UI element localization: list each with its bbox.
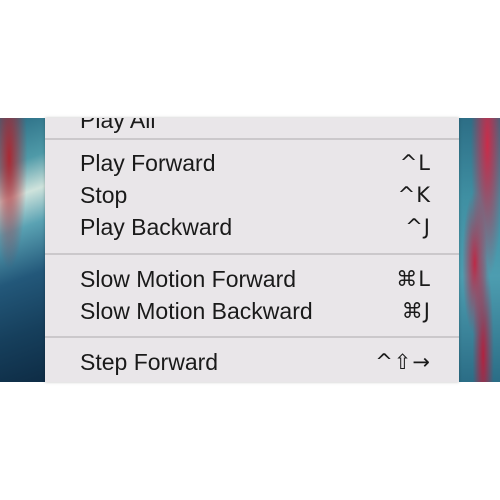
menu-item-play-all[interactable]: Play All <box>45 118 459 136</box>
menu-item-play-backward[interactable]: Play Backward ^J <box>45 211 459 243</box>
menu-separator <box>45 138 459 140</box>
menu-item-label: Step Forward <box>80 348 219 375</box>
wallpaper-right-strip <box>458 118 500 382</box>
menu-item-label: Stop <box>80 181 128 208</box>
menu-item-label: Play Forward <box>80 149 216 176</box>
menu-item-shortcut: ⌘L <box>396 267 431 291</box>
menu-item-label: Play Backward <box>80 213 233 240</box>
menu-separator <box>45 336 459 338</box>
menu-item-label: Play All <box>80 118 156 133</box>
wallpaper-left-strip <box>0 118 46 382</box>
menu-item-slow-motion-forward[interactable]: Slow Motion Forward ⌘L <box>45 263 459 295</box>
menu-item-step-forward[interactable]: Step Forward ^⇧→ <box>45 346 459 378</box>
menu-item-shortcut: ^⇧→ <box>375 350 431 374</box>
menu-item-play-forward[interactable]: Play Forward ^L <box>45 147 459 179</box>
menu-item-slow-motion-backward[interactable]: Slow Motion Backward ⌘J <box>45 295 459 327</box>
menu-separator <box>45 253 459 255</box>
menu-item-stop[interactable]: Stop ^K <box>45 179 459 211</box>
menu-item-shortcut: ^J <box>405 215 431 239</box>
menu-item-shortcut: ^L <box>399 151 431 175</box>
menu-item-shortcut: ^K <box>397 183 431 207</box>
menu-item-label: Slow Motion Backward <box>80 297 313 324</box>
menu-item-shortcut: ⌘J <box>401 299 431 323</box>
menu-item-label: Slow Motion Forward <box>80 265 297 292</box>
playback-menu: Play All Play Forward ^L Stop ^K Play Ba… <box>45 118 459 382</box>
